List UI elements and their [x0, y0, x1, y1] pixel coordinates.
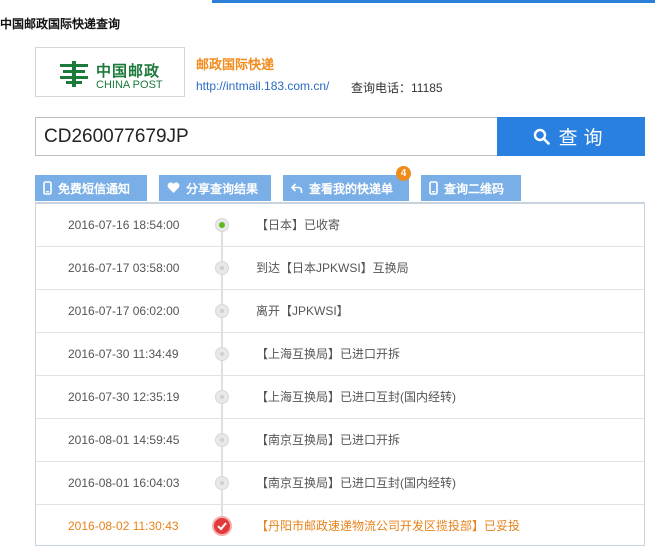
event-desc: 到达【日本JPKWSI】互换局 [256, 261, 409, 275]
tracking-timeline: 2016-07-16 18:54:00 【日本】已收寄 2016-07-17 0… [35, 202, 645, 546]
tab-label: 分享查询结果 [186, 181, 259, 196]
timeline-row-delivered: 2016-08-02 11:30:43 【丹阳市邮政速递物流公司开发区揽投部】已… [36, 505, 644, 548]
order-count-badge: 4 [396, 166, 411, 181]
tab-label: 免费短信通知 [58, 181, 131, 196]
timeline-dot [215, 261, 229, 275]
delivered-check-icon [212, 516, 232, 536]
timeline-row: 2016-07-17 03:58:00 到达【日本JPKWSI】互换局 [36, 247, 644, 290]
search-button-label: 查询 [558, 128, 609, 149]
event-desc: 【南京互换局】已进口互封(国内经转) [256, 476, 456, 490]
event-time: 2016-07-30 11:34:49 [68, 347, 179, 361]
tab-label: 查看我的快递单 [309, 181, 394, 196]
event-desc: 【丹阳市邮政速递物流公司开发区揽投部】已妥投 [256, 519, 521, 533]
page-title: 中国邮政国际快递查询 [0, 17, 121, 31]
timeline-dot [215, 476, 229, 490]
timeline-row: 2016-08-01 16:04:03 【南京互换局】已进口互封(国内经转) [36, 462, 644, 505]
timeline-dot [215, 347, 229, 361]
event-time: 2016-08-01 16:04:03 [68, 476, 180, 490]
event-desc: 【上海互换局】已进口互封(国内经转) [256, 390, 456, 404]
event-time: 2016-07-30 12:35:19 [68, 390, 180, 404]
tracking-number-input[interactable]: CD260077679JP [35, 117, 498, 156]
timeline-dot [215, 433, 229, 447]
timeline-dot [215, 390, 229, 404]
event-time: 2016-08-02 11:30:43 [68, 519, 179, 533]
tab-label: 查询二维码 [444, 181, 505, 196]
timeline-row: 2016-07-30 12:35:19 【上海互换局】已进口互封(国内经转) [36, 376, 644, 419]
timeline-start-dot [215, 218, 229, 232]
mobile-icon [43, 181, 52, 195]
logo-text-cn: 中国邮政 [96, 63, 161, 80]
event-desc: 离开【JPKWSI】 [256, 304, 349, 318]
timeline-dot [215, 304, 229, 318]
event-desc: 【日本】已收寄 [256, 218, 341, 232]
search-button[interactable]: 查询 [497, 117, 645, 156]
mobile-icon [429, 181, 438, 195]
brand-name: 邮政国际快递 [196, 57, 275, 72]
event-time: 2016-07-16 18:54:00 [68, 218, 180, 232]
logo-text-en: CHINA POST [96, 79, 163, 91]
timeline-row: 2016-08-01 14:59:45 【南京互换局】已进口开拆 [36, 419, 644, 462]
tab-my-orders[interactable]: 查看我的快递单 4 [283, 166, 411, 201]
china-post-logo: 中国邮政 CHINA POST [35, 47, 185, 97]
event-desc: 【上海互换局】已进口开拆 [256, 347, 401, 361]
event-time: 2016-07-17 03:58:00 [68, 261, 180, 275]
event-desc: 【南京互换局】已进口开拆 [256, 433, 401, 447]
timeline-row: 2016-07-17 06:02:00 离开【JPKWSI】 [36, 290, 644, 333]
brand-url-link[interactable]: http://intmail.183.com.cn/ [196, 79, 329, 93]
china-post-emblem-icon [60, 61, 88, 87]
heart-icon [167, 182, 180, 193]
search-icon [534, 128, 551, 145]
tab-qr-code[interactable]: 查询二维码 [421, 175, 521, 201]
return-arrow-icon [291, 183, 303, 193]
top-accent-bar [212, 0, 655, 3]
event-time: 2016-08-01 14:59:45 [68, 433, 180, 447]
timeline-row: 2016-07-30 11:34:49 【上海互换局】已进口开拆 [36, 333, 644, 376]
timeline-row: 2016-07-16 18:54:00 【日本】已收寄 [36, 204, 644, 247]
brand-phone: 查询电话：11185 [351, 81, 443, 95]
tab-share-result[interactable]: 分享查询结果 [159, 175, 271, 201]
event-time: 2016-07-17 06:02:00 [68, 304, 180, 318]
tab-sms-notify[interactable]: 免费短信通知 [35, 175, 147, 201]
